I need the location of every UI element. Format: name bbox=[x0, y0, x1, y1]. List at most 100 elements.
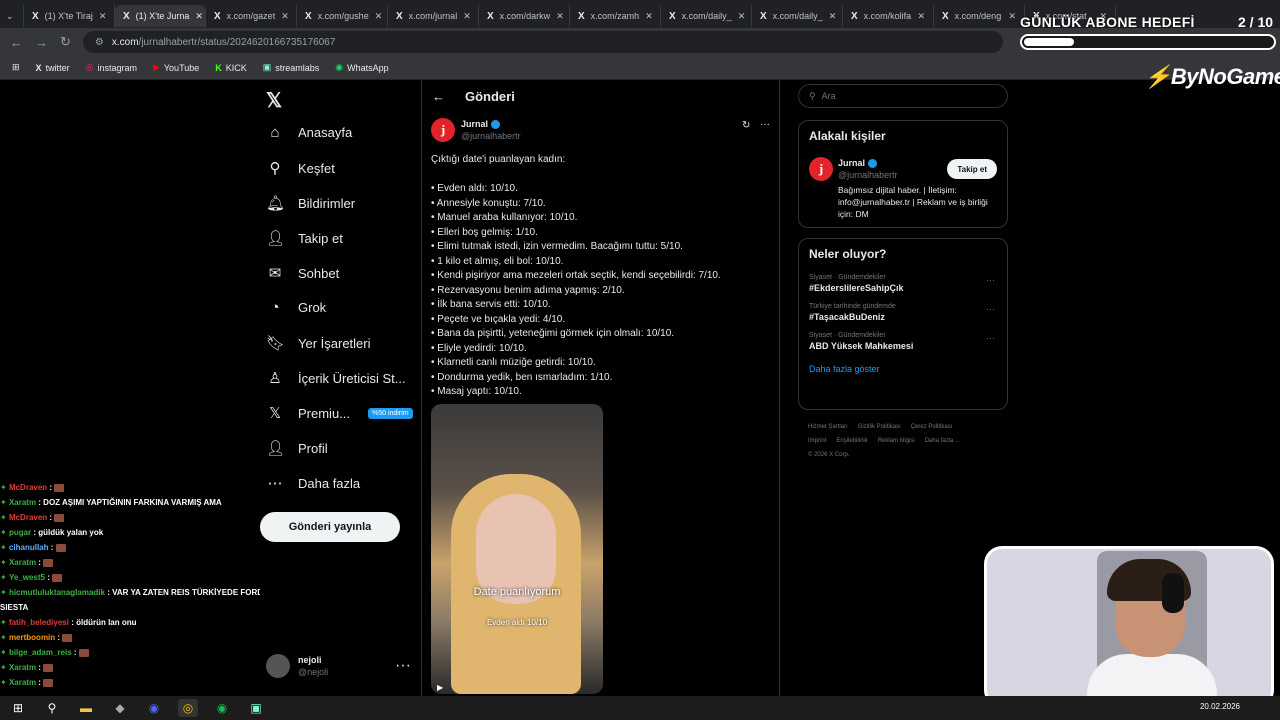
spotify-icon[interactable]: ◉ bbox=[212, 699, 232, 717]
author-avatar[interactable]: j bbox=[431, 118, 455, 142]
search-input[interactable]: ⚲ Ara bbox=[798, 84, 1008, 108]
nav-item-1[interactable]: ⌂ Anasayfa bbox=[266, 124, 352, 141]
back-arrow-icon[interactable]: ← bbox=[432, 89, 445, 104]
footer-link[interactable]: Çerez Politikası bbox=[911, 424, 953, 430]
trend-item[interactable]: Türkiye tarihinde gündemde #TaşacakBuDeni… bbox=[799, 298, 1007, 327]
close-icon[interactable]: ✕ bbox=[281, 11, 289, 22]
tab-search-button[interactable]: ⌄ bbox=[0, 5, 24, 27]
close-icon[interactable]: ✕ bbox=[556, 11, 564, 22]
related-avatar[interactable]: j bbox=[809, 157, 833, 181]
close-icon[interactable]: ✕ bbox=[463, 11, 471, 22]
nav-item-9[interactable]: 𝕏 Premiu... %50 indirim bbox=[266, 404, 413, 422]
bookmark-youtube[interactable]: ▶ YouTube bbox=[153, 62, 199, 73]
grok-icon[interactable]: ↻ bbox=[742, 120, 750, 131]
bookmark-whatsapp[interactable]: ◉ WhatsApp bbox=[335, 62, 388, 73]
browser-tab[interactable]: Xx.com/daily_ ✕ bbox=[752, 5, 843, 27]
browser-tab[interactable]: Xx.com/gushe ✕ bbox=[297, 5, 388, 27]
chat-username[interactable]: Xaratm bbox=[9, 498, 36, 507]
browser-tab[interactable]: Xx.com/daily_ ✕ bbox=[661, 5, 752, 27]
browser-tab[interactable]: Xx.com/gazet ✕ bbox=[206, 5, 297, 27]
trend-item[interactable]: Siyaset · Gündemdekiler #EkderslilereSahi… bbox=[799, 269, 1007, 298]
nav-item-5[interactable]: ✉ Sohbet bbox=[266, 264, 340, 282]
chat-username[interactable]: fatih_belediyesi bbox=[9, 618, 69, 627]
more-dots-icon[interactable]: ··· bbox=[986, 275, 995, 285]
bookmark-instagram[interactable]: ◎ instagram bbox=[86, 62, 137, 73]
site-info-icon[interactable]: ⚙ bbox=[95, 37, 104, 48]
chrome-icon[interactable]: ◎ bbox=[178, 699, 198, 717]
nav-item-7[interactable]: 🔖︎ Yer İşaretleri bbox=[266, 334, 371, 352]
nav-item-2[interactable]: ⚲ Keşfet bbox=[266, 159, 335, 177]
forward-icon[interactable]: → bbox=[35, 35, 48, 50]
play-icon[interactable]: ▶ bbox=[437, 683, 443, 692]
chat-username[interactable]: hicmutluluktanaglamadik bbox=[9, 588, 105, 597]
x-logo-icon[interactable]: 𝕏 bbox=[266, 88, 282, 113]
close-icon[interactable]: ✕ bbox=[645, 11, 653, 22]
post-button[interactable]: Gönderi yayınla bbox=[260, 512, 400, 542]
more-dots-icon[interactable]: ··· bbox=[395, 657, 411, 675]
close-icon[interactable]: ✕ bbox=[375, 11, 383, 22]
show-more-link[interactable]: Daha fazla göster bbox=[799, 356, 1007, 382]
more-dots-icon[interactable]: ··· bbox=[986, 333, 995, 343]
x-logo-icon: X bbox=[487, 10, 494, 22]
chat-username[interactable]: Ye_west5 bbox=[9, 573, 45, 582]
footer-link[interactable]: Daha fazla ... bbox=[925, 438, 960, 444]
trend-item[interactable]: Siyaset · Gündemdekiler ABD Yüksek Mahkem… bbox=[799, 327, 1007, 356]
search-icon[interactable]: ⚲ bbox=[42, 699, 62, 717]
chat-username[interactable]: McDraven bbox=[9, 483, 47, 492]
browser-tab[interactable]: Xx.com/kolifa ✕ bbox=[843, 5, 934, 27]
windows-start-icon[interactable]: ⊞ bbox=[8, 699, 28, 717]
footer-link[interactable]: Hizmet Şartları bbox=[808, 424, 848, 430]
file-explorer-icon[interactable]: ▬ bbox=[76, 699, 96, 717]
author-name[interactable]: Jurnal bbox=[461, 119, 488, 129]
more-dots-icon[interactable]: ··· bbox=[986, 304, 995, 314]
back-icon[interactable]: ← bbox=[10, 35, 23, 50]
chat-username[interactable]: Xaratm bbox=[9, 558, 36, 567]
browser-tab[interactable]: X (1) X'te Jurna ✕ bbox=[115, 5, 206, 27]
author-handle[interactable]: @jurnalhabertr bbox=[461, 130, 521, 142]
footer-link[interactable]: Reklam bilgisi bbox=[878, 438, 915, 444]
bookmark-streamlabs[interactable]: ▣ streamlabs bbox=[263, 62, 320, 73]
bookmark-twitter[interactable]: Xtwitter bbox=[36, 63, 70, 73]
nav-item-8[interactable]: ♙ İçerik Üreticisi St... bbox=[266, 369, 405, 387]
close-icon[interactable]: ✕ bbox=[195, 11, 203, 22]
reload-icon[interactable]: ↻ bbox=[60, 34, 71, 50]
nav-item-11[interactable]: ⋯ Daha fazla bbox=[266, 474, 361, 492]
chat-username[interactable]: bilge_adam_reis bbox=[9, 648, 72, 657]
chat-username[interactable]: Xaratm bbox=[9, 678, 36, 687]
footer-link[interactable]: Erişilebilirlik bbox=[836, 438, 867, 444]
chat-username[interactable]: mertboomin bbox=[9, 633, 55, 642]
discord-icon[interactable]: ◉ bbox=[144, 699, 164, 717]
footer-link[interactable]: Imprint bbox=[808, 438, 826, 444]
chat-username[interactable]: McDraven bbox=[9, 513, 47, 522]
browser-tab[interactable]: Xx.com/darkw ✕ bbox=[479, 5, 570, 27]
url-bar[interactable]: ⚙ x.com/jurnalhabertr/status/20246201667… bbox=[82, 31, 1003, 53]
streamlabs-icon[interactable]: ▣ bbox=[246, 699, 266, 717]
nav-item-6[interactable]: ◔ Grok bbox=[266, 299, 326, 316]
chat-username[interactable]: cihanullah bbox=[9, 543, 49, 552]
chat-username[interactable]: Xaratm bbox=[9, 663, 36, 672]
browser-tab[interactable]: Xx.com/deng ✕ bbox=[934, 5, 1025, 27]
account-switcher[interactable]: nejoli @nejoli ··· bbox=[266, 654, 411, 678]
follow-button[interactable]: Takip et bbox=[947, 159, 997, 179]
more-dots-icon[interactable]: ··· bbox=[760, 119, 770, 130]
close-icon[interactable]: ✕ bbox=[738, 11, 746, 22]
close-icon[interactable]: ✕ bbox=[917, 11, 925, 22]
browser-tab[interactable]: X (1) X'te Tiraj ✕ bbox=[24, 5, 115, 27]
app-icon[interactable]: ◆ bbox=[110, 699, 130, 717]
browser-tab[interactable]: Xx.com/zamh ✕ bbox=[570, 5, 661, 27]
bookmark-kick[interactable]: K KICK bbox=[215, 63, 247, 73]
post-author[interactable]: j Jurnal @jurnalhabertr bbox=[431, 118, 521, 142]
nav-item-4[interactable]: 👤︎ Takip et bbox=[266, 229, 343, 247]
close-icon[interactable]: ✕ bbox=[99, 11, 107, 22]
browser-tab[interactable]: Xx.com/jurnal ✕ bbox=[388, 5, 479, 27]
footer-link[interactable]: Gizlilik Politikası bbox=[858, 424, 901, 430]
chat-username[interactable]: pugar bbox=[9, 528, 31, 537]
close-icon[interactable]: ✕ bbox=[829, 11, 837, 22]
nav-item-3[interactable]: 🔔︎ Bildirimler bbox=[266, 194, 355, 212]
post-video[interactable]: Date puanlıyorum Evden aldı 10/10 ▶ bbox=[431, 404, 603, 694]
apps-grid-icon[interactable]: ⊞ bbox=[12, 62, 20, 73]
close-icon[interactable]: ✕ bbox=[1008, 11, 1016, 22]
nav-item-10[interactable]: 👤︎ Profil bbox=[266, 439, 328, 457]
related-name[interactable]: Jurnal bbox=[838, 158, 865, 168]
related-handle[interactable]: @jurnalhabertr bbox=[838, 169, 898, 181]
